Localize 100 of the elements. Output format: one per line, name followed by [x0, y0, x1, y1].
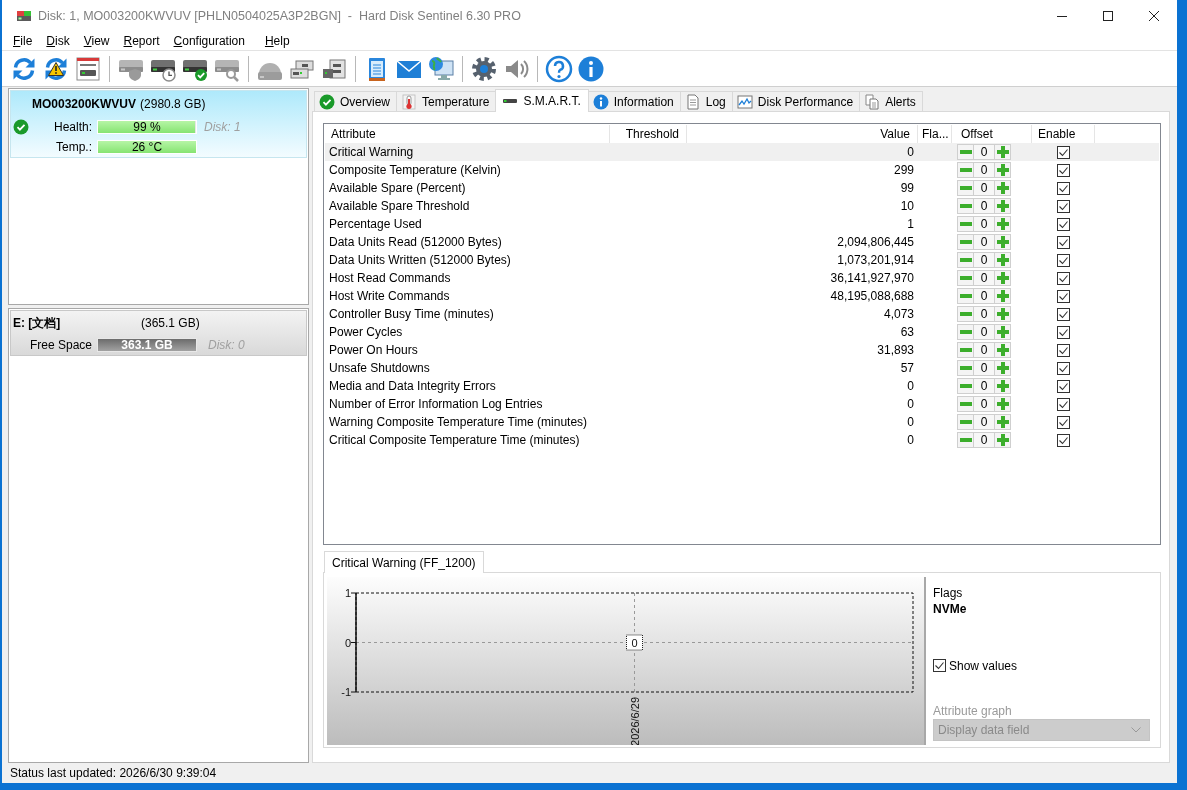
- checkbox[interactable]: [1057, 199, 1070, 213]
- offset-field[interactable]: 0: [974, 306, 994, 322]
- offset-field[interactable]: 0: [974, 360, 994, 376]
- disk-card[interactable]: MO003200KWVUV (2980.8 GB) Health: 99 % Disk: 1 Temp.: 26 °C: [10, 90, 307, 158]
- globe-monitor-icon[interactable]: [427, 54, 455, 83]
- help-icon[interactable]: [545, 54, 573, 83]
- menu-item[interactable]: Report: [116, 33, 167, 49]
- checkbox[interactable]: [1057, 145, 1070, 159]
- increment-button[interactable]: [994, 216, 1011, 232]
- offset-field[interactable]: 0: [974, 180, 994, 196]
- checkbox[interactable]: [1057, 271, 1070, 285]
- offset-field[interactable]: 0: [974, 234, 994, 250]
- offset-field[interactable]: 0: [974, 162, 994, 178]
- tab[interactable]: Temperature: [396, 91, 497, 111]
- increment-button[interactable]: [994, 342, 1011, 358]
- offset-field[interactable]: 0: [974, 342, 994, 358]
- menu-item[interactable]: File: [6, 33, 40, 49]
- decrement-button[interactable]: [957, 360, 974, 376]
- tab[interactable]: Critical Warning (FF_1200): [324, 551, 484, 573]
- offset-field[interactable]: 0: [974, 432, 994, 448]
- table-row[interactable]: Composite Temperature (Kelvin) 299 0: [325, 161, 1159, 179]
- checkbox[interactable]: [1057, 307, 1070, 321]
- menu-item[interactable]: Configuration: [166, 33, 252, 49]
- decrement-button[interactable]: [957, 144, 974, 160]
- offset-field[interactable]: 0: [974, 270, 994, 286]
- checkbox[interactable]: [1057, 343, 1070, 357]
- tab[interactable]: Overview: [314, 91, 397, 111]
- offset-field[interactable]: 0: [974, 198, 994, 214]
- checkbox[interactable]: [1057, 217, 1070, 231]
- offset-field[interactable]: 0: [974, 216, 994, 232]
- table-row[interactable]: Critical Composite Temperature Time (minutes) 0 0: [325, 431, 1159, 449]
- decrement-button[interactable]: [957, 414, 974, 430]
- menu-item[interactable]: Disk: [39, 33, 77, 49]
- decrement-button[interactable]: [957, 342, 974, 358]
- checkbox[interactable]: [1057, 181, 1070, 195]
- settings-icon[interactable]: [470, 54, 498, 83]
- increment-button[interactable]: [994, 432, 1011, 448]
- increment-button[interactable]: [994, 234, 1011, 250]
- checkbox-label[interactable]: Show values: [949, 658, 1018, 673]
- increment-button[interactable]: [994, 288, 1011, 304]
- checkbox[interactable]: [1057, 361, 1070, 375]
- increment-button[interactable]: [994, 414, 1011, 430]
- decrement-button[interactable]: [957, 180, 974, 196]
- checkbox[interactable]: [1057, 415, 1070, 429]
- offset-field[interactable]: 0: [974, 288, 994, 304]
- menu-item[interactable]: View: [76, 33, 117, 49]
- offset-field[interactable]: 0: [974, 378, 994, 394]
- decrement-button[interactable]: [957, 234, 974, 250]
- decrement-button[interactable]: [957, 252, 974, 268]
- table-row[interactable]: Available Spare (Percent) 99 0: [325, 179, 1159, 197]
- decrement-button[interactable]: [957, 216, 974, 232]
- decrement-button[interactable]: [957, 306, 974, 322]
- offset-field[interactable]: 0: [974, 414, 994, 430]
- decrement-button[interactable]: [957, 324, 974, 340]
- table-row[interactable]: Unsafe Shutdowns 57 0: [325, 359, 1159, 377]
- table-row[interactable]: Data Units Read (512000 Bytes) 2,094,806,445 0: [325, 233, 1159, 251]
- decrement-button[interactable]: [957, 432, 974, 448]
- decrement-button[interactable]: [957, 198, 974, 214]
- checkbox[interactable]: [1057, 235, 1070, 249]
- increment-button[interactable]: [994, 270, 1011, 286]
- tab[interactable]: S.M.A.R.T.: [495, 89, 589, 112]
- checkbox[interactable]: [933, 659, 946, 672]
- offset-field[interactable]: 0: [974, 396, 994, 412]
- tab[interactable]: Log: [679, 91, 733, 111]
- increment-button[interactable]: [994, 324, 1011, 340]
- increment-button[interactable]: [994, 360, 1011, 376]
- table-row[interactable]: Critical Warning 0 0: [325, 143, 1159, 161]
- table-row[interactable]: Available Spare Threshold 10 0: [325, 197, 1159, 215]
- increment-button[interactable]: [994, 378, 1011, 394]
- offset-field[interactable]: 0: [974, 144, 994, 160]
- checkbox[interactable]: [1057, 289, 1070, 303]
- decrement-button[interactable]: [957, 162, 974, 178]
- offset-field[interactable]: 0: [974, 324, 994, 340]
- increment-button[interactable]: [994, 144, 1011, 160]
- table-row[interactable]: Percentage Used 1 0: [325, 215, 1159, 233]
- close-icon[interactable]: [1149, 11, 1159, 21]
- table-row[interactable]: Power Cycles 63 0: [325, 323, 1159, 341]
- increment-button[interactable]: [994, 162, 1011, 178]
- table-row[interactable]: Warning Composite Temperature Time (minutes) 0 0: [325, 413, 1159, 431]
- tab[interactable]: Alerts: [859, 91, 923, 111]
- table-row[interactable]: Host Write Commands 48,195,088,688 0: [325, 287, 1159, 305]
- tab[interactable]: Information: [587, 91, 681, 111]
- increment-button[interactable]: [994, 252, 1011, 268]
- drive-document-icon[interactable]: [74, 54, 102, 83]
- increment-button[interactable]: [994, 396, 1011, 412]
- increment-button[interactable]: [994, 306, 1011, 322]
- table-row[interactable]: Number of Error Information Log Entries 0 0: [325, 395, 1159, 413]
- partition-card[interactable]: E: [文档] (365.1 GB) Free Space 363.1 GB Disk: 0: [10, 310, 307, 356]
- increment-button[interactable]: [994, 198, 1011, 214]
- checkbox[interactable]: [1057, 253, 1070, 267]
- checkbox[interactable]: [1057, 397, 1070, 411]
- decrement-button[interactable]: [957, 288, 974, 304]
- table-row[interactable]: Host Read Commands 36,141,927,970 0: [325, 269, 1159, 287]
- checkbox[interactable]: [1057, 325, 1070, 339]
- checkbox[interactable]: [1057, 163, 1070, 177]
- decrement-button[interactable]: [957, 270, 974, 286]
- table-row[interactable]: Data Units Written (512000 Bytes) 1,073,201,914 0: [325, 251, 1159, 269]
- table-row[interactable]: Power On Hours 31,893 0: [325, 341, 1159, 359]
- info-icon[interactable]: [577, 54, 605, 83]
- tab[interactable]: Disk Performance: [731, 91, 861, 111]
